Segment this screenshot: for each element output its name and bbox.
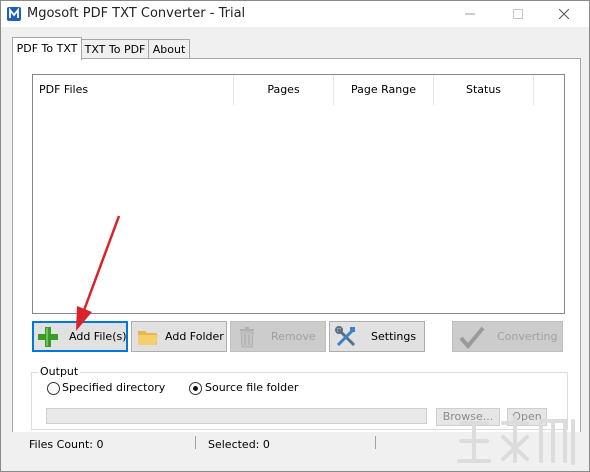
tab-about[interactable]: About [148,39,190,59]
remove-label: Remove [271,330,316,343]
convert-label: Converting [497,330,558,343]
add-files-button[interactable]: Add File(s) [32,321,128,352]
pdf-file-list[interactable]: PDF Files Pages Page Range Status [32,74,565,314]
app-window: Mgosoft PDF TXT Converter - Trial PDF To… [0,0,590,472]
specified-directory-radio[interactable] [47,382,60,395]
selected-count-status: Selected: 0 [208,438,270,451]
column-header-status[interactable]: Status [434,75,534,105]
add-files-label: Add File(s) [69,330,127,343]
folder-icon [138,331,158,345]
maximize-button[interactable] [495,1,541,27]
title-bar: Mgosoft PDF TXT Converter - Trial [1,1,589,27]
files-count-status: Files Count: 0 [29,438,104,451]
column-header-page-range[interactable]: Page Range [334,75,434,105]
plus-icon [38,327,58,347]
settings-button[interactable]: Settings [329,321,425,352]
minimize-icon [465,13,475,15]
checkmark-icon [459,326,485,349]
column-header-pages[interactable]: Pages [234,75,334,105]
output-directory-field[interactable] [46,408,427,424]
close-button[interactable] [541,1,587,27]
maximize-icon [513,9,523,19]
window-title: Mgosoft PDF TXT Converter - Trial [27,6,246,21]
tools-icon [335,326,356,347]
settings-label: Settings [371,330,417,343]
source-file-folder-label[interactable]: Source file folder [205,381,298,394]
column-header-pdf-files[interactable]: PDF Files [33,75,234,105]
tab-pdf-to-txt[interactable]: PDF To TXT [12,37,82,60]
add-folder-button[interactable]: Add Folder [131,321,227,352]
convert-button[interactable]: Converting [452,321,563,352]
status-separator [195,436,196,449]
tab-txt-to-pdf[interactable]: TXT To PDF [81,39,149,59]
tab-panel-pdf-to-txt: PDF Files Pages Page Range Status Add Fi… [12,58,581,434]
watermark-logo [457,415,575,465]
source-file-folder-radio[interactable] [189,382,202,395]
app-logo-icon [7,7,21,21]
remove-button[interactable]: Remove [230,321,326,352]
list-header: PDF Files Pages Page Range Status [33,75,564,105]
specified-directory-label[interactable]: Specified directory [62,381,165,394]
output-group-label: Output [38,365,81,378]
close-icon [559,9,569,19]
status-separator [375,436,376,449]
trash-icon [240,327,254,348]
add-folder-label: Add Folder [165,330,224,343]
minimize-button[interactable] [447,1,493,27]
